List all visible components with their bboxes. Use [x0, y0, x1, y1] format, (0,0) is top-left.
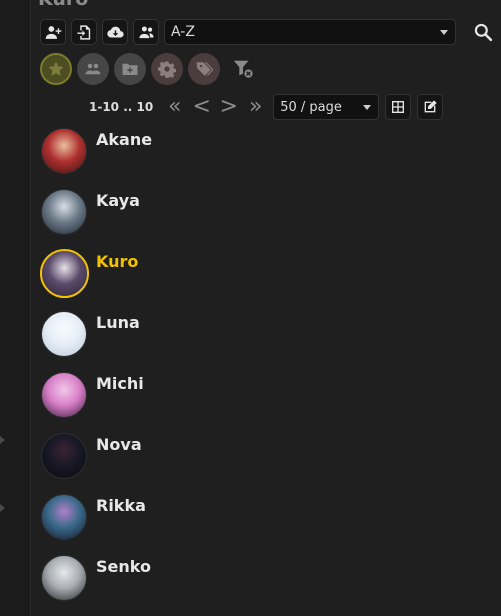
- character-name[interactable]: Nova: [96, 435, 142, 454]
- import-icon: [76, 24, 90, 40]
- page-range: 1-10 .. 10: [89, 100, 154, 114]
- character-name[interactable]: Akane: [96, 130, 152, 149]
- avatar[interactable]: [41, 433, 87, 479]
- import-button[interactable]: [71, 19, 97, 45]
- star-icon: [48, 61, 64, 76]
- folder-filter[interactable]: [114, 53, 146, 85]
- grid-icon: [392, 101, 405, 113]
- favorites-filter[interactable]: [40, 53, 72, 85]
- character-name[interactable]: Senko: [96, 557, 151, 576]
- per-page-select[interactable]: 50 / page: [273, 94, 380, 120]
- avatar[interactable]: [41, 311, 87, 357]
- filter-clear-icon: [233, 60, 253, 78]
- collapse-arrow-icon[interactable]: [0, 436, 5, 444]
- avatar[interactable]: [41, 128, 87, 174]
- settings-filter[interactable]: [151, 53, 183, 85]
- avatar[interactable]: [41, 372, 87, 418]
- character-panel: Kuro A-Z: [31, 0, 501, 616]
- character-name[interactable]: Kaya: [96, 191, 140, 210]
- collapse-arrow-icon[interactable]: [0, 504, 5, 512]
- pagination: 1-10 .. 10 « < > » 50 / page: [89, 94, 444, 120]
- sort-value: A-Z: [171, 24, 195, 40]
- grid-view-button[interactable]: [385, 94, 412, 120]
- next-page-button[interactable]: >: [215, 94, 242, 120]
- avatar[interactable]: [40, 249, 89, 298]
- avatar[interactable]: [41, 555, 87, 601]
- prev-page-button[interactable]: <: [188, 94, 215, 120]
- avatar[interactable]: [41, 494, 87, 540]
- gear-icon: [158, 61, 176, 78]
- per-page-value: 50 / page: [280, 99, 342, 115]
- character-name[interactable]: Kuro: [96, 252, 138, 271]
- clear-filters-button[interactable]: [229, 55, 257, 83]
- character-item[interactable]: Luna: [40, 309, 480, 370]
- character-list: Akane Kaya Kuro Luna Michi Nova Rikka Senko: [40, 126, 480, 614]
- first-page-button[interactable]: «: [161, 94, 188, 120]
- character-name[interactable]: Luna: [96, 313, 140, 332]
- character-item[interactable]: Kuro: [40, 248, 480, 309]
- search-icon[interactable]: [473, 22, 493, 42]
- filter-bar: [40, 52, 257, 86]
- avatar[interactable]: [41, 189, 87, 235]
- character-item[interactable]: Kaya: [40, 187, 480, 248]
- character-item[interactable]: Rikka: [40, 492, 480, 553]
- add-character-button[interactable]: [40, 19, 66, 45]
- last-page-button[interactable]: »: [242, 94, 269, 120]
- character-item[interactable]: Senko: [40, 553, 480, 614]
- toolbar: A-Z: [40, 18, 456, 46]
- edit-icon: [424, 100, 437, 113]
- cloud-download-icon: [106, 26, 124, 37]
- character-item[interactable]: Akane: [40, 126, 480, 187]
- folder-plus-icon: [122, 63, 138, 75]
- group-icon: [85, 63, 101, 75]
- chevron-down-icon: [363, 105, 372, 110]
- tag-icon: [196, 62, 213, 76]
- character-name[interactable]: Rikka: [96, 496, 146, 515]
- group-button[interactable]: [133, 19, 159, 45]
- panel-title: Kuro: [38, 0, 88, 10]
- tags-filter[interactable]: [188, 53, 220, 85]
- left-strip: [0, 0, 31, 616]
- add-user-icon: [45, 25, 61, 39]
- group-icon: [138, 25, 154, 38]
- download-button[interactable]: [102, 19, 128, 45]
- sort-select[interactable]: A-Z: [164, 19, 456, 45]
- chevron-down-icon: [440, 30, 448, 35]
- character-name[interactable]: Michi: [96, 374, 144, 393]
- character-item[interactable]: Michi: [40, 370, 480, 431]
- character-item[interactable]: Nova: [40, 431, 480, 492]
- bulk-edit-button[interactable]: [417, 94, 444, 120]
- groups-filter[interactable]: [77, 53, 109, 85]
